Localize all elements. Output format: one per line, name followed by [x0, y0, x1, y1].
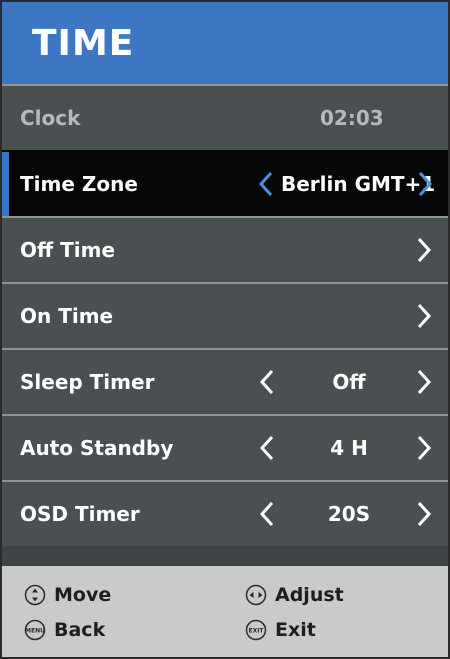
hint-back-label: Back: [54, 619, 106, 641]
menu-key-icon: MENU: [24, 619, 46, 641]
page-title: TIME: [32, 22, 135, 64]
hint-move-label: Move: [54, 584, 112, 606]
chevron-right-icon[interactable]: [415, 501, 433, 527]
menu-item-auto-standby[interactable]: Auto Standby 4 H: [2, 414, 448, 480]
off-time-label: Off Time: [20, 238, 116, 262]
menu-item-time-zone[interactable]: Time Zone Berlin GMT+1: [2, 150, 448, 216]
time-settings-list: Clock 02:03 Time Zone Berlin GMT+1 Off T…: [2, 84, 448, 546]
exit-key-icon: EXIT: [245, 619, 267, 641]
chevron-left-icon[interactable]: [257, 171, 275, 197]
hint-move: Move: [24, 584, 111, 606]
chevron-right-icon[interactable]: [415, 435, 433, 461]
sleep-timer-value: Off: [332, 370, 366, 394]
up-down-icon: [24, 584, 46, 606]
hint-adjust: Adjust: [245, 584, 344, 606]
menu-item-sleep-timer[interactable]: Sleep Timer Off: [2, 348, 448, 414]
key-hint-bar: Move Adjust MENU Back EXIT Exit: [2, 566, 448, 657]
menu-item-osd-timer[interactable]: OSD Timer 20S: [2, 480, 448, 546]
auto-standby-value: 4 H: [330, 436, 368, 460]
chevron-right-icon[interactable]: [415, 303, 433, 329]
svg-text:EXIT: EXIT: [248, 628, 264, 635]
osd-timer-label: OSD Timer: [20, 502, 140, 526]
hint-exit-label: Exit: [275, 619, 316, 641]
osd-timer-value: 20S: [327, 502, 371, 526]
chevron-right-icon[interactable]: [415, 369, 433, 395]
chevron-right-icon[interactable]: [416, 171, 434, 197]
time-menu-window: TIME Clock 02:03 Time Zone Berlin GMT+1 …: [0, 0, 450, 659]
clock-label: Clock: [20, 106, 81, 130]
on-time-label: On Time: [20, 304, 114, 328]
menu-item-clock: Clock 02:03: [2, 84, 448, 150]
chevron-right-icon[interactable]: [415, 237, 433, 263]
clock-value: 02:03: [320, 106, 384, 130]
time-zone-value: Berlin GMT+1: [281, 172, 436, 196]
hint-adjust-label: Adjust: [275, 584, 344, 606]
svg-text:MENU: MENU: [25, 628, 45, 635]
chevron-left-icon[interactable]: [258, 435, 276, 461]
chevron-left-icon[interactable]: [258, 369, 276, 395]
left-right-icon: [245, 584, 267, 606]
hint-back: MENU Back: [24, 619, 105, 641]
menu-header: TIME: [2, 2, 448, 84]
sleep-timer-label: Sleep Timer: [20, 370, 155, 394]
menu-item-on-time[interactable]: On Time: [2, 282, 448, 348]
chevron-left-icon[interactable]: [258, 501, 276, 527]
auto-standby-label: Auto Standby: [20, 436, 174, 460]
menu-item-off-time[interactable]: Off Time: [2, 216, 448, 282]
time-zone-label: Time Zone: [20, 172, 138, 196]
hint-exit: EXIT Exit: [245, 619, 316, 641]
